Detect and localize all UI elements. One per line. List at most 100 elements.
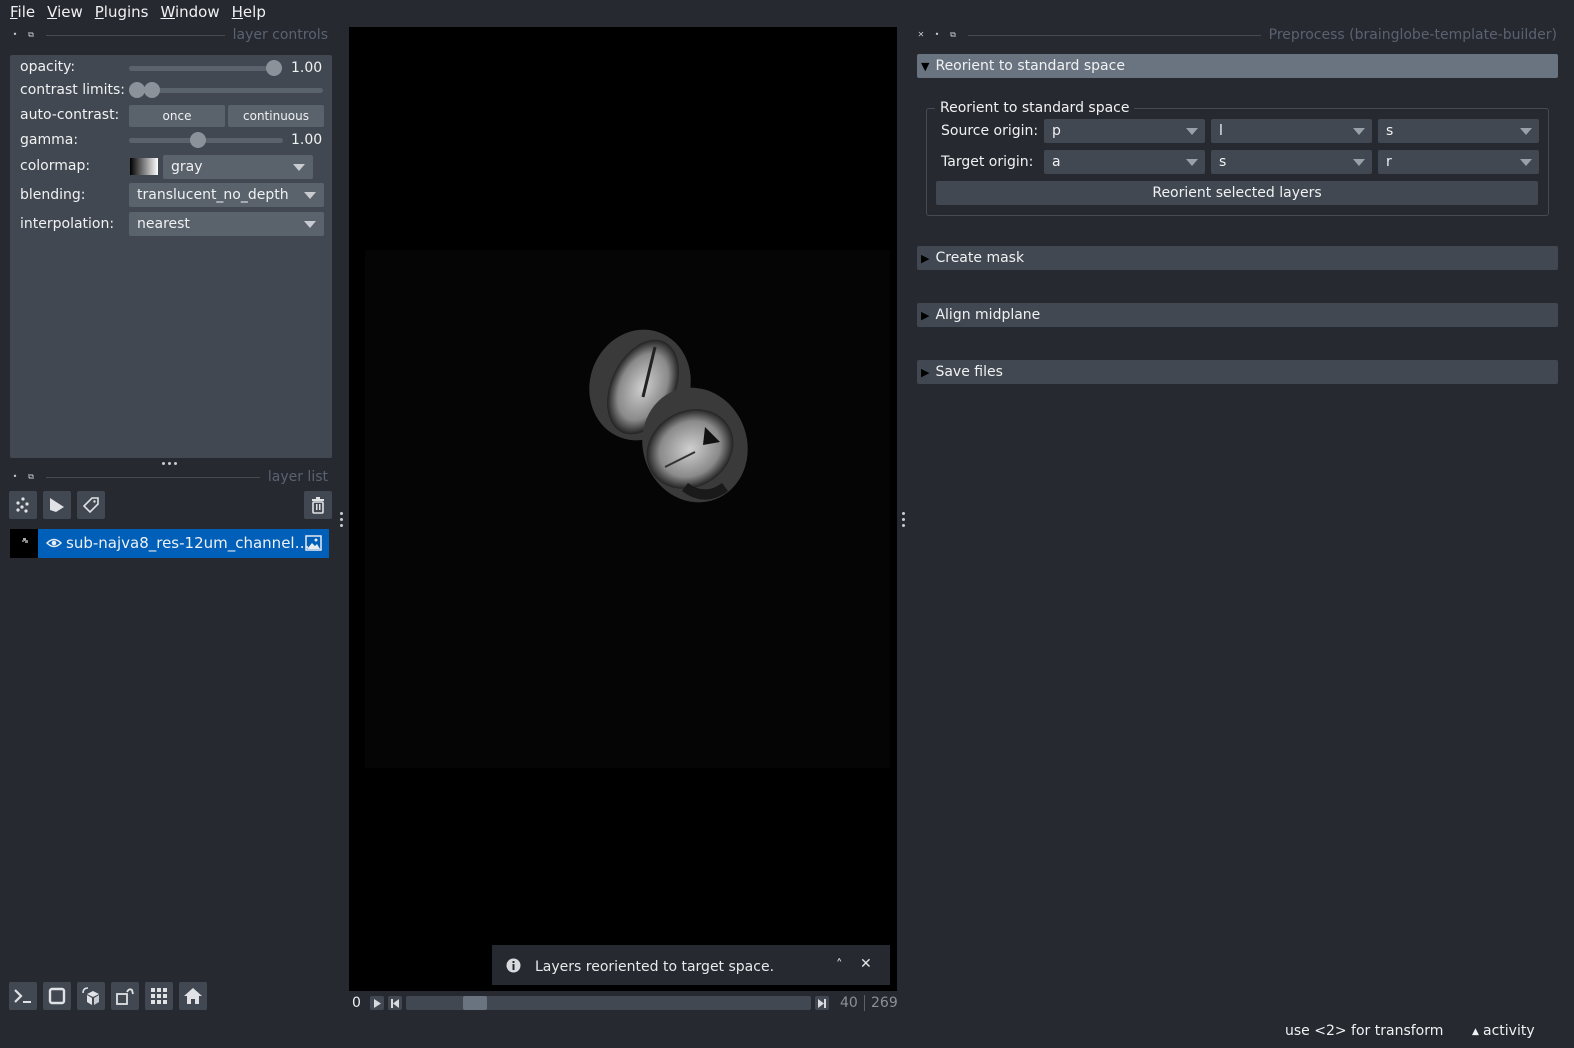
visibility-eye-icon[interactable]	[45, 535, 63, 555]
layer-thumbnail	[10, 529, 38, 558]
eye-shape	[45, 538, 63, 548]
menu-help[interactable]: Help	[226, 3, 272, 21]
layer-list-item[interactable]: sub-najva8_res-12um_channel…	[10, 529, 329, 558]
layer-name[interactable]: sub-najva8_res-12um_channel…	[66, 534, 310, 552]
reset-view-button[interactable]	[179, 982, 207, 1010]
dock-resize-handle[interactable]	[162, 462, 177, 465]
console-button[interactable]	[9, 982, 37, 1010]
expand-notification-icon[interactable]: ˄	[836, 958, 843, 973]
dims-slider-handle[interactable]	[463, 996, 487, 1010]
roll-dims-button[interactable]	[77, 982, 105, 1010]
grid-icon	[151, 988, 167, 1004]
contrast-high-handle[interactable]	[144, 82, 160, 98]
select-value: a	[1052, 154, 1061, 170]
colormap-select[interactable]: gray	[163, 155, 313, 179]
menu-file[interactable]: File	[4, 3, 41, 21]
viewer-canvas[interactable]	[349, 27, 897, 991]
activity-caret-icon[interactable]: ▲	[1472, 1027, 1479, 1037]
triangle-right-icon: ▶	[921, 365, 930, 379]
gamma-slider[interactable]	[129, 138, 283, 143]
play-button[interactable]	[370, 996, 384, 1010]
auto-contrast-once-button[interactable]: once	[129, 105, 225, 127]
select-value: l	[1219, 123, 1223, 139]
section-save-files-header[interactable]: ▶ Save files	[917, 360, 1558, 384]
colormap-value: gray	[171, 159, 203, 175]
interpolation-select[interactable]: nearest	[129, 212, 324, 236]
gamma-row: gamma:	[20, 132, 78, 148]
auto-contrast-continuous-button[interactable]: continuous	[228, 105, 324, 127]
menu-view[interactable]: View	[41, 3, 89, 21]
chevron-down-icon	[1520, 128, 1532, 135]
section-create-mask-header[interactable]: ▶ Create mask	[917, 246, 1558, 270]
blending-select[interactable]: translucent_no_depth	[129, 183, 324, 207]
status-hint: use <2> for transform	[1285, 1023, 1444, 1039]
dims-max-value: 269	[871, 995, 898, 1011]
opacity-slider-handle[interactable]	[266, 60, 282, 76]
plugin-dock-title: Preprocess (brainglobe-template-builder)	[1268, 27, 1557, 43]
right-dock-splitter[interactable]	[902, 512, 906, 527]
close-notification-icon[interactable]: ✕	[860, 956, 872, 972]
source-origin-axis-1-select[interactable]: p	[1044, 119, 1205, 143]
chevron-down-icon	[1353, 159, 1365, 166]
float-panel-icon[interactable]: ⧉	[948, 30, 958, 40]
transpose-dims-button[interactable]	[111, 982, 139, 1010]
thumbnail-image	[22, 538, 28, 543]
step-forward-icon	[818, 998, 826, 1008]
left-dock-splitter[interactable]	[340, 512, 344, 527]
contrast-limits-label: contrast limits:	[20, 82, 125, 98]
opacity-slider[interactable]	[129, 66, 273, 71]
section-align-midplane-header[interactable]: ▶ Align midplane	[917, 303, 1558, 327]
layer-controls-titlebar: • ⧉ layer controls	[10, 27, 328, 43]
target-origin-axis-3-select[interactable]: r	[1378, 150, 1539, 174]
interpolation-label: interpolation:	[20, 216, 115, 232]
gamma-slider-handle[interactable]	[190, 132, 206, 148]
section-reorient-header[interactable]: ▼ Reorient to standard space	[917, 54, 1558, 78]
dims-current-value[interactable]: 40	[840, 995, 858, 1011]
chevron-down-icon	[304, 192, 316, 199]
float-panel-icon[interactable]: ⧉	[26, 30, 36, 40]
delete-layer-button[interactable]	[304, 491, 332, 519]
cube-rotate-icon	[82, 987, 99, 1005]
section-title: Save files	[935, 364, 1003, 380]
menu-bar: File View Plugins Window Help	[0, 0, 1574, 24]
home-icon	[184, 988, 202, 1004]
chevron-down-icon	[293, 164, 305, 171]
new-labels-layer-button[interactable]	[77, 491, 105, 519]
new-shapes-layer-button[interactable]	[43, 491, 71, 519]
title-divider	[46, 476, 260, 478]
reorient-selected-layers-button[interactable]: Reorient selected layers	[936, 181, 1538, 205]
image-shape	[305, 535, 322, 551]
opacity-value: 1.00	[291, 60, 323, 76]
layer-controls-panel: opacity: 1.00 contrast limits: auto-cont…	[10, 55, 332, 458]
menu-plugins[interactable]: Plugins	[89, 3, 155, 21]
source-origin-axis-3-select[interactable]: s	[1378, 119, 1539, 143]
hide-title-icon[interactable]: •	[10, 472, 20, 482]
target-origin-axis-1-select[interactable]: a	[1044, 150, 1205, 174]
select-value: s	[1219, 154, 1227, 170]
float-panel-icon[interactable]: ⧉	[26, 472, 36, 482]
close-dock-icon[interactable]: ✕	[916, 30, 926, 40]
contrast-low-handle[interactable]	[129, 82, 145, 98]
step-forward-button[interactable]	[815, 996, 829, 1010]
source-origin-axis-2-select[interactable]: l	[1211, 119, 1372, 143]
chevron-down-icon	[304, 221, 316, 228]
triangle-down-icon: ▼	[921, 59, 930, 73]
section-title: Create mask	[935, 250, 1025, 266]
terminal-icon	[14, 989, 31, 1003]
chevron-down-icon	[1353, 128, 1365, 135]
hide-title-icon[interactable]: •	[10, 30, 20, 40]
title-divider	[968, 34, 1261, 36]
dims-start-label: 0	[352, 995, 361, 1011]
activity-toggle[interactable]: activity	[1483, 1023, 1535, 1039]
step-back-icon	[391, 998, 399, 1008]
hide-title-icon[interactable]: •	[932, 30, 942, 40]
target-origin-axis-2-select[interactable]: s	[1211, 150, 1372, 174]
blending-label: blending:	[20, 187, 86, 203]
grid-view-button[interactable]	[145, 982, 173, 1010]
toggle-ndisplay-button[interactable]	[43, 982, 71, 1010]
square-2d-icon	[48, 987, 66, 1005]
menu-window[interactable]: Window	[154, 3, 225, 21]
new-points-layer-button[interactable]	[9, 491, 37, 519]
shapes-icon	[50, 498, 64, 512]
step-back-button[interactable]	[388, 996, 402, 1010]
